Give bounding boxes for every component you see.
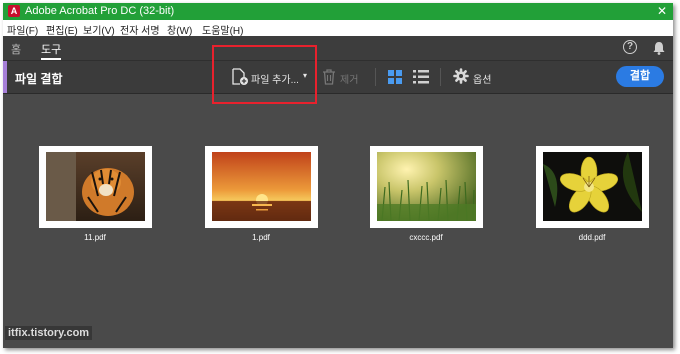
remove-label: 제거 bbox=[340, 75, 359, 86]
toolbar-divider bbox=[375, 68, 376, 86]
list-view-icon[interactable] bbox=[413, 70, 429, 84]
toolbar-divider bbox=[440, 68, 441, 86]
acrobat-window: A Adobe Acrobat Pro DC (32-bit) ✕ 파일(F) … bbox=[3, 3, 673, 348]
file-thumbnail[interactable] bbox=[39, 146, 152, 228]
trash-icon bbox=[323, 69, 335, 85]
menu-file[interactable]: 파일(F) bbox=[7, 22, 38, 37]
watermark: itfix.tistory.com bbox=[5, 326, 93, 340]
file-thumbnail[interactable] bbox=[370, 146, 483, 228]
tab-home[interactable]: 홈 bbox=[11, 41, 21, 57]
tool-accent-bar bbox=[3, 61, 7, 93]
close-window-button[interactable]: ✕ bbox=[657, 4, 667, 18]
help-icon[interactable]: ? bbox=[623, 40, 637, 54]
sunset-photo bbox=[212, 152, 311, 221]
yellow-lily-photo bbox=[543, 152, 642, 221]
menu-view[interactable]: 보기(V) bbox=[83, 22, 115, 37]
acrobat-logo-icon: A bbox=[8, 5, 20, 17]
thumbnail-view-icon[interactable] bbox=[388, 70, 402, 84]
tab-bar: 홈 도구 ? bbox=[3, 36, 673, 61]
file-thumbnail[interactable] bbox=[205, 146, 318, 228]
menu-window[interactable]: 창(W) bbox=[167, 22, 192, 37]
file-name: 1.pdf bbox=[252, 233, 270, 242]
combine-button[interactable]: 결합 bbox=[616, 66, 664, 87]
tab-tools[interactable]: 도구 bbox=[41, 41, 62, 60]
combine-toolbar: 파일 결합 파일 추가... ▾ 제거 옵션 결합 bbox=[3, 61, 673, 94]
file-name: cxccc.pdf bbox=[409, 233, 443, 242]
gear-icon bbox=[453, 68, 469, 84]
menu-e-sign[interactable]: 전자 서명 bbox=[120, 22, 160, 37]
window-title: Adobe Acrobat Pro DC (32-bit) bbox=[25, 5, 175, 17]
grass-field-photo bbox=[377, 152, 476, 221]
file-name: 11.pdf bbox=[84, 233, 106, 242]
tiger-photo bbox=[46, 152, 145, 221]
options-label: 옵션 bbox=[473, 75, 492, 86]
bell-icon[interactable] bbox=[653, 41, 665, 55]
highlight-box bbox=[212, 45, 317, 104]
file-name: ddd.pdf bbox=[578, 233, 606, 242]
menu-bar: 파일(F) 편집(E) 보기(V) 전자 서명 창(W) 도움말(H) bbox=[3, 20, 673, 37]
tool-title: 파일 결합 bbox=[15, 72, 63, 86]
title-bar: A Adobe Acrobat Pro DC (32-bit) ✕ bbox=[3, 3, 673, 20]
menu-help[interactable]: 도움말(H) bbox=[202, 22, 243, 37]
file-thumbnail[interactable] bbox=[536, 146, 649, 228]
menu-edit[interactable]: 편집(E) bbox=[46, 22, 78, 37]
